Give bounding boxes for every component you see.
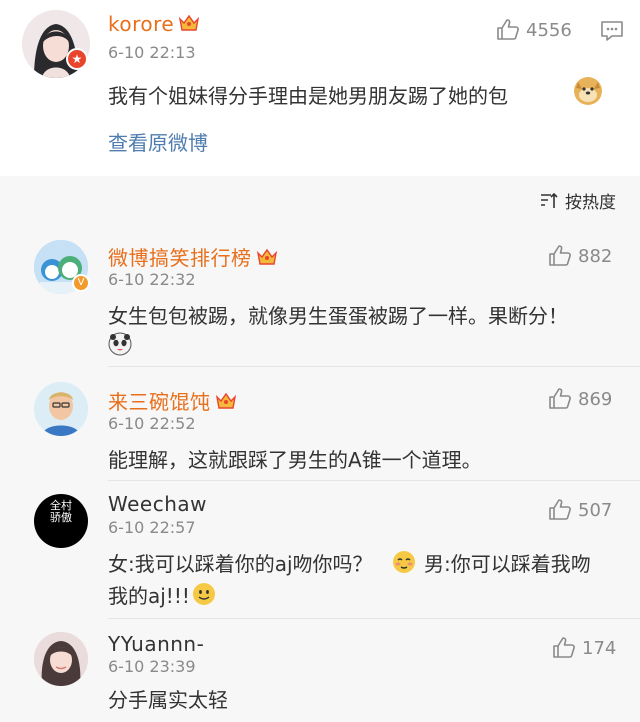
view-original-link[interactable]: 查看原微博 bbox=[108, 127, 208, 156]
divider bbox=[108, 366, 640, 367]
verified-badge-icon: ★ bbox=[66, 48, 88, 70]
like-count: 174 bbox=[582, 637, 617, 659]
like-count: 507 bbox=[578, 499, 613, 521]
comment-text-reply: 男:你可以踩着我吻 bbox=[424, 552, 591, 576]
like-button[interactable]: 507 bbox=[548, 498, 612, 522]
post-username[interactable]: korore bbox=[108, 12, 200, 38]
smile-emoji-icon bbox=[192, 582, 216, 606]
vip-crown-icon bbox=[215, 391, 237, 416]
comment-time: 6-10 23:39 bbox=[108, 657, 196, 676]
thumbs-up-icon bbox=[549, 245, 571, 266]
thumbs-up-icon bbox=[553, 637, 575, 658]
like-button[interactable]: 4556 bbox=[496, 18, 572, 42]
thumbs-up-icon bbox=[549, 499, 571, 520]
avatar[interactable]: 全村骄傲 bbox=[34, 494, 88, 548]
like-button[interactable]: 882 bbox=[548, 244, 612, 268]
like-button[interactable]: 869 bbox=[548, 387, 612, 411]
comment-username[interactable]: YYuannn- bbox=[108, 632, 204, 656]
sort-by-hot-button[interactable]: 按热度 bbox=[539, 188, 616, 213]
comment-text: 能理解，这就跟踩了男生的A锥一个道理。 bbox=[108, 448, 482, 472]
comment-time: 6-10 22:57 bbox=[108, 518, 196, 537]
thumbs-up-icon bbox=[549, 388, 571, 409]
comment-icon[interactable] bbox=[600, 20, 624, 46]
post-text: 我有个姐妹得分手理由是她男朋友踢了她的包 bbox=[108, 84, 508, 108]
comment-text: 分手属实太轻 bbox=[108, 688, 228, 712]
comment-username[interactable]: 来三碗馄饨 bbox=[108, 386, 237, 416]
sort-label: 按热度 bbox=[565, 193, 616, 213]
divider bbox=[108, 480, 640, 481]
like-count: 882 bbox=[578, 245, 613, 267]
divider bbox=[108, 618, 640, 619]
post-time: 6-10 22:13 bbox=[108, 43, 196, 62]
comment-text-line-2: 我的aj!!! bbox=[108, 584, 190, 608]
comment-username[interactable]: Weechaw bbox=[108, 492, 207, 516]
panda-emoji-icon bbox=[108, 332, 132, 356]
comment-text-line-1: 女:我可以踩着你的aj吻你吗？ bbox=[108, 552, 373, 576]
like-count: 869 bbox=[578, 388, 613, 410]
avatar[interactable] bbox=[34, 632, 88, 686]
main-post: ★ korore 6-10 22:13 4556 我有个姐妹得分手理由是她男朋友… bbox=[0, 0, 640, 176]
vip-crown-icon bbox=[178, 13, 200, 38]
comment-username[interactable]: 微博搞笑排行榜 bbox=[108, 242, 278, 272]
like-count: 4556 bbox=[526, 19, 572, 41]
avatar-text: 全村骄傲 bbox=[50, 499, 72, 524]
vip-crown-icon bbox=[256, 247, 278, 272]
comment-time: 6-10 22:52 bbox=[108, 414, 196, 433]
avatar[interactable] bbox=[34, 382, 88, 436]
comment-text: 女生包包被踢，就像男生蛋蛋被踢了一样。果断分！ bbox=[108, 304, 568, 328]
like-button[interactable]: 174 bbox=[552, 636, 616, 660]
sort-icon bbox=[541, 192, 558, 208]
blush-emoji-icon bbox=[392, 550, 416, 574]
verified-badge-icon: V bbox=[72, 274, 90, 292]
doge-emoji-icon bbox=[573, 76, 603, 106]
thumbs-up-icon bbox=[497, 19, 519, 40]
comment-section: 按热度 V 微博搞笑排行榜 6-10 22:32 882 女生包包被踢，就像男生… bbox=[0, 176, 640, 722]
comment-time: 6-10 22:32 bbox=[108, 270, 196, 289]
